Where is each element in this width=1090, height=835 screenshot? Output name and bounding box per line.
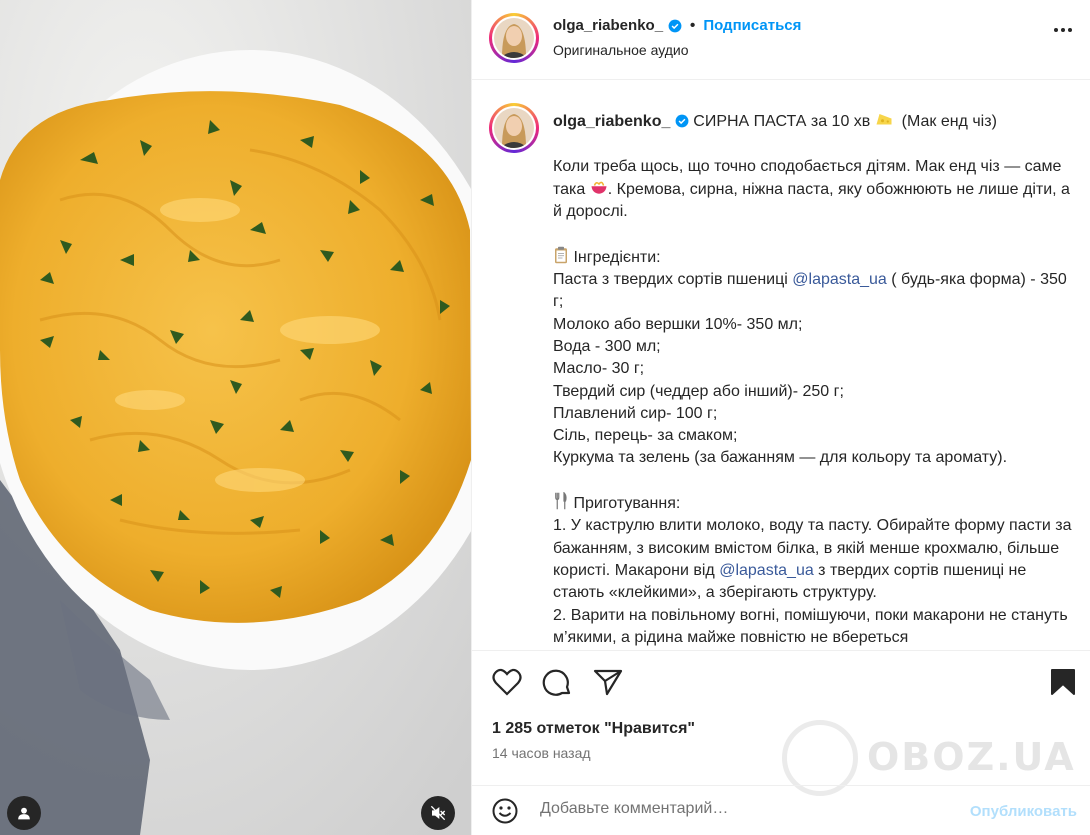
preparation-step: 2. Варити на повільному вогні, помішуючи… — [553, 606, 1073, 646]
caption-title-suffix: (Мак енд чіз) — [892, 113, 997, 130]
ingredient-line: Паста з твердих сортів пшениці — [553, 271, 793, 289]
cheese-icon — [876, 114, 892, 125]
more-icon[interactable] — [1054, 28, 1072, 32]
caption-title: СИРНА ПАСТА за 10 хв — [688, 113, 875, 130]
avatar[interactable] — [489, 13, 539, 63]
bookmark-icon[interactable] — [1050, 668, 1076, 696]
smile-icon[interactable] — [492, 798, 518, 824]
caption-username[interactable]: olga_riabenko_ — [553, 113, 670, 130]
watermark-text: OBOZ.UA — [867, 735, 1076, 779]
action-bar — [472, 652, 1090, 712]
clipboard-icon — [555, 246, 567, 264]
post-time[interactable]: 14 часов назад — [492, 745, 591, 761]
user-tag-button[interactable] — [7, 796, 41, 830]
caption-intro-rest: . Кремова, сирна, ніжна паста, яку обожн… — [553, 180, 1075, 221]
follow-button[interactable]: Подписаться — [703, 17, 801, 34]
caption-area[interactable]: olga_riabenko_ СИРНА ПАСТА за 10 хв (Мак… — [472, 81, 1090, 651]
ingredient-line: Твердий сир (чеддер або інший)- 250 г; — [553, 382, 844, 400]
bowl-icon — [591, 181, 607, 194]
ingredient-line: Сіль, перець- за смаком; — [553, 427, 738, 445]
fork-knife-icon — [555, 492, 567, 510]
comment-icon[interactable] — [542, 668, 572, 698]
verified-icon — [668, 19, 682, 32]
mention-link[interactable]: @lapasta_ua — [792, 271, 887, 288]
ingredients-title: Інгредієнти: — [569, 248, 661, 266]
share-icon[interactable] — [593, 668, 623, 696]
ingredient-line: Молоко або вершки 10%- 350 мл; — [553, 315, 803, 333]
comment-input[interactable] — [540, 800, 940, 818]
preparation-title: Приготування: — [569, 495, 681, 513]
caption-text: olga_riabenko_ СИРНА ПАСТА за 10 хв (Мак… — [553, 111, 1073, 649]
username-link[interactable]: olga_riabenko_ — [553, 17, 663, 34]
verified-icon — [675, 114, 689, 128]
caption-avatar[interactable] — [489, 103, 539, 153]
mute-icon — [430, 805, 446, 821]
mute-button[interactable] — [421, 796, 455, 830]
instagram-post-view: olga_riabenko_ • Подписаться Оригинально… — [0, 0, 1090, 835]
mention-link[interactable]: @lapasta_ua — [719, 562, 814, 579]
header-user-line: olga_riabenko_ • Подписаться — [553, 17, 801, 34]
post-side-panel: olga_riabenko_ • Подписаться Оригинально… — [471, 0, 1090, 835]
ingredient-line: Масло- 30 г; — [553, 360, 645, 378]
pasta-photo — [0, 0, 471, 835]
post-media[interactable] — [0, 0, 471, 835]
comment-bar: Опубликовать — [472, 785, 1090, 835]
post-header: olga_riabenko_ • Подписаться Оригинально… — [472, 0, 1090, 80]
publish-button[interactable]: Опубликовать — [970, 803, 1077, 820]
ingredient-line: Вода - 300 мл; — [553, 337, 661, 355]
ingredient-line: Плавлений сир- 100 г; — [553, 404, 718, 422]
heart-icon[interactable] — [492, 668, 522, 696]
user-tag-icon — [18, 807, 30, 820]
likes-count[interactable]: 1 285 отметок "Нравится" — [492, 720, 695, 738]
audio-label[interactable]: Оригинальное аудио — [553, 42, 689, 58]
ingredient-line: Куркума та зелень (за бажанням — для кол… — [553, 449, 1008, 467]
separator-dot: • — [690, 17, 696, 34]
